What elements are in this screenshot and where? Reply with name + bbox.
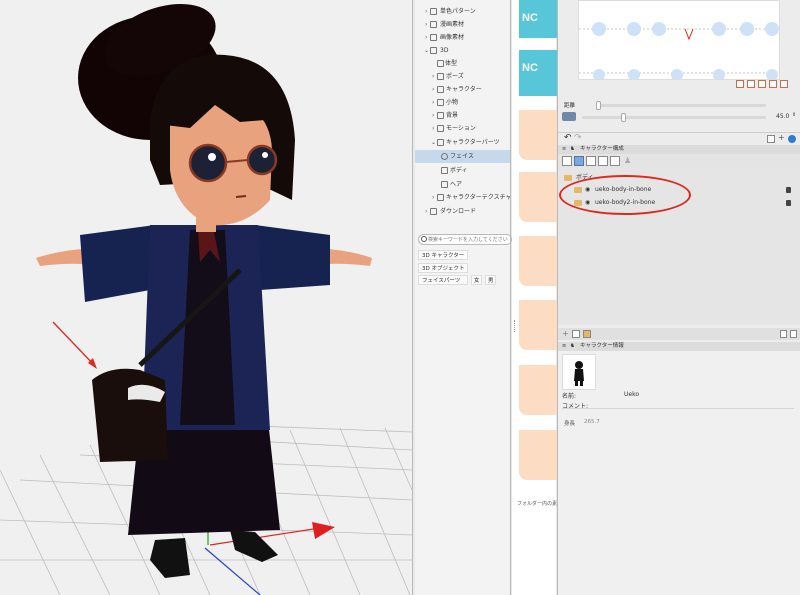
material-thumbnail[interactable]	[519, 236, 561, 286]
camera-preset-icon[interactable]	[736, 80, 744, 88]
tree-item-background[interactable]: › 背景	[415, 109, 510, 122]
tree-item-body-type[interactable]: 体型	[415, 57, 510, 70]
figure-icon[interactable]: ♟	[624, 156, 631, 165]
lock-icon[interactable]	[786, 200, 791, 206]
undo-redo-row: ↶ ↷ +	[558, 132, 800, 145]
copy-icon[interactable]	[780, 330, 787, 338]
tag-male-button[interactable]: 男	[485, 275, 496, 285]
angle-slider-knob[interactable]	[621, 113, 626, 122]
distance-slider[interactable]	[598, 104, 766, 107]
folder-icon	[564, 175, 572, 181]
lock-icon[interactable]	[786, 187, 791, 193]
image-icon[interactable]	[562, 156, 572, 166]
search-input[interactable]	[428, 235, 510, 244]
folder-add-icon[interactable]	[583, 330, 591, 338]
tree-item-motion[interactable]: › モーション	[415, 122, 510, 135]
annotation-arrow-line	[52, 321, 96, 367]
tree-item-3d[interactable]: ⌄ 3D	[415, 44, 510, 57]
material-thumbnail-list: NC NC フォルダー内の素	[512, 0, 561, 595]
character-info-icon: ♞	[570, 343, 575, 349]
camera-preset-icon[interactable]	[780, 80, 788, 88]
annotation-ellipse	[559, 175, 691, 215]
material-thumbnail[interactable]: NC	[519, 50, 561, 96]
material-search-box[interactable]	[418, 234, 512, 245]
hair-icon	[441, 181, 448, 188]
tag-female-button[interactable]: 女	[471, 275, 482, 285]
character-info-header: ≡ ♞ キャラクター情報	[558, 342, 800, 351]
angle-slider[interactable]	[582, 116, 766, 119]
angle-value: 45.0	[776, 113, 790, 120]
tree-item-face[interactable]: フェイス	[415, 150, 510, 163]
material-thumbnail[interactable]	[519, 365, 561, 415]
new-layer-icon[interactable]: +	[562, 329, 569, 338]
right-panel: 距離 45.0 ⇕ ↶ ↷ + ≡ ♞ キャラクター構成 ♟ ボディ ◉ uek…	[558, 0, 800, 595]
character-info-body: 名前: Ueko コメント: 身長 265.7	[558, 351, 800, 595]
distance-label: 距離	[564, 103, 576, 109]
camera-preset-icon[interactable]	[758, 80, 766, 88]
face-icon	[441, 153, 448, 160]
tree-item-props[interactable]: › 小物	[415, 96, 510, 109]
trash-icon[interactable]	[790, 330, 797, 338]
layer-list-footer: +	[558, 328, 800, 340]
tree-item-download[interactable]: › ダウンロード	[415, 205, 510, 218]
tree-item-body[interactable]: ボディ	[415, 164, 510, 177]
hair-tab-icon[interactable]	[598, 156, 608, 166]
divider	[562, 408, 794, 409]
material-thumbnail[interactable]: NC	[519, 0, 561, 38]
search-icon	[421, 236, 427, 242]
splitter-handle[interactable]	[514, 320, 517, 332]
tree-item-solid-pattern[interactable]: › 単色パターン	[415, 5, 510, 18]
material-thumbnail[interactable]	[519, 300, 561, 350]
camera-marker-icon	[684, 28, 694, 41]
character-thumbnail	[562, 354, 596, 390]
tag-3d-object-button[interactable]: 3D オブジェクト	[418, 263, 468, 273]
material-thumbnail[interactable]	[519, 172, 561, 222]
material-tree-panel: › 単色パターン › 漫画素材 › 画像素材 ⌄ 3D 体型 › ポーズ › キ…	[415, 0, 512, 595]
perspective-icon[interactable]	[562, 112, 576, 121]
name-value: Ueko	[624, 391, 640, 398]
face-tab-icon[interactable]	[574, 156, 584, 166]
x-axis-arrow	[312, 522, 335, 539]
fit-icon[interactable]	[767, 135, 775, 143]
folder-note: フォルダー内の素	[517, 501, 558, 507]
camera-preset-icon[interactable]	[769, 80, 777, 88]
character-config-icon: ♞	[570, 146, 575, 152]
refresh-icon[interactable]	[788, 135, 796, 143]
tree-item-pose[interactable]: › ポーズ	[415, 70, 510, 83]
tree-item-image-material[interactable]: › 画像素材	[415, 31, 510, 44]
pose-tab-icon[interactable]	[610, 156, 620, 166]
eye-tab-icon[interactable]	[586, 156, 596, 166]
redo-icon[interactable]: ↷	[574, 133, 582, 143]
3d-viewport[interactable]	[0, 0, 412, 595]
new-folder-icon[interactable]	[572, 330, 580, 338]
height-value: 265.7	[584, 419, 600, 425]
angle-stepper[interactable]: ⇕	[792, 112, 796, 118]
character-model	[36, 3, 372, 578]
panel-menu-icon[interactable]: ≡	[562, 342, 566, 351]
character-config-header: ≡ ♞ キャラクター構成	[558, 145, 800, 154]
distance-slider-knob[interactable]	[596, 101, 601, 110]
camera-preset-icon[interactable]	[747, 80, 755, 88]
tree-item-manga-material[interactable]: › 漫画素材	[415, 18, 510, 31]
body-icon	[441, 167, 448, 174]
tag-3d-character-button[interactable]: 3D キャラクター	[418, 250, 468, 260]
tree-item-character-texture[interactable]: › キャラクターテクスチャ	[415, 191, 512, 204]
height-label: 身長	[564, 421, 576, 427]
add-icon[interactable]: +	[778, 133, 785, 142]
undo-icon[interactable]: ↶	[564, 133, 572, 143]
tree-item-hair[interactable]: ヘア	[415, 178, 510, 191]
material-thumbnail[interactable]	[519, 110, 561, 160]
material-thumbnail[interactable]	[519, 430, 561, 480]
camera-preset-icons	[736, 80, 800, 89]
panel-menu-icon[interactable]: ≡	[562, 145, 566, 154]
viewport-scene	[0, 3, 412, 595]
camera-preview[interactable]	[578, 0, 780, 81]
name-label: 名前:	[562, 393, 577, 400]
tree-item-character-parts[interactable]: ⌄ キャラクターパーツ	[415, 136, 510, 149]
character-config-toolbar: ♟	[558, 154, 800, 168]
tree-item-character[interactable]: › キャラクター	[415, 83, 510, 96]
tag-face-parts-button[interactable]: フェイスパーツ	[418, 275, 468, 285]
